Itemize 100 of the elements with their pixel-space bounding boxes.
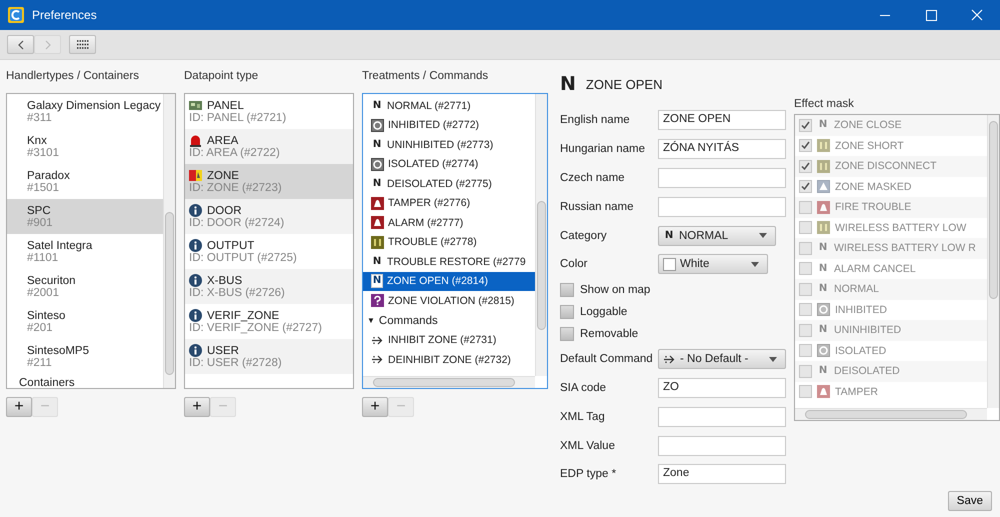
handler-id: #201 (27, 322, 54, 334)
dropdown[interactable]: White (658, 254, 768, 274)
handler-item[interactable]: Satel Integra #1101 (7, 234, 163, 269)
datapoint-item[interactable]: OUTPUT ID: OUTPUT (#2725) (185, 234, 353, 269)
letter-icon: N (817, 324, 829, 336)
datapoint-item[interactable]: AREA ID: AREA (#2722) (185, 129, 353, 164)
field-label: SIA code (560, 382, 608, 394)
command-item[interactable]: INHIBIT ZONE (#2731) (363, 330, 535, 350)
field-label: Hungarian name (560, 143, 646, 156)
treatment-item[interactable]: N TROUBLE RESTORE (#2779 (363, 252, 535, 272)
add-button[interactable]: + (362, 397, 388, 417)
datapoint-name: AREA (207, 134, 238, 146)
handler-name: SPC (27, 204, 52, 216)
handler-item[interactable]: SPC #901 (7, 199, 163, 234)
treatment-item[interactable]: ALARM (#2777) (363, 213, 535, 232)
window-title: Preferences (32, 8, 97, 22)
text-field[interactable]: Zone (658, 464, 786, 484)
dropdown[interactable]: - No Default - (658, 349, 786, 370)
letter-icon: N (817, 242, 829, 254)
text-field[interactable]: ZONE OPEN (658, 110, 786, 130)
letter-icon: N (371, 138, 383, 151)
handler-item[interactable]: Knx #3101 (7, 129, 163, 164)
treatment-item[interactable]: ISOLATED (#2774) (363, 154, 535, 174)
datapoint-item[interactable]: PANEL ID: PANEL (#2721) (185, 94, 353, 129)
treatment-item[interactable]: N UNINHIBITED (#2773) (363, 135, 535, 154)
trouble-icon (817, 139, 830, 152)
column-heading: Effect mask (794, 98, 855, 112)
handler-item[interactable]: Paradox #1501 (7, 164, 163, 199)
add-button[interactable]: + (184, 397, 210, 417)
handler-item[interactable]: Galaxy Dimension Legacy #311 (7, 94, 163, 129)
expand-toggle[interactable]: ▼ (367, 316, 375, 325)
bell-icon (817, 385, 830, 398)
text-field[interactable] (658, 406, 786, 427)
treatment-item[interactable]: INHIBITED (#2772) (363, 116, 535, 135)
handler-item[interactable]: Securiton #2001 (7, 269, 163, 304)
mask-item-label: ZONE DISCONNECT (835, 160, 937, 172)
text-field[interactable]: ZÓNA NYITÁS (658, 139, 786, 160)
letter-icon: N (371, 256, 383, 268)
scrollbar[interactable] (163, 94, 175, 388)
command-item[interactable]: DEINHIBIT ZONE (#2732) (363, 350, 535, 370)
datapoint-item[interactable]: DOOR ID: DOOR (#2724) (185, 199, 353, 234)
warning-icon (817, 180, 830, 194)
datapoint-item[interactable]: USER ID: USER (#2728) (185, 339, 353, 374)
treatment-item[interactable]: N NORMAL (#2771) (363, 96, 535, 116)
menu-button[interactable] (69, 35, 96, 54)
bell-icon (817, 200, 830, 214)
text-field[interactable]: ZO (658, 378, 786, 398)
datapoint-name: USER (207, 344, 239, 356)
scrollbar[interactable] (363, 376, 535, 388)
add-button[interactable]: + (6, 397, 32, 417)
mask-item-label: WIRELESS BATTERY LOW R (834, 242, 976, 254)
checkbox[interactable] (560, 304, 574, 319)
handler-item[interactable]: SintesoMP5 #211 (7, 339, 163, 374)
datapoint-name: DOOR (207, 204, 242, 216)
mask-item-label: UNINHIBITED (834, 324, 902, 336)
mask-item-label: DEISOLATED (834, 365, 900, 378)
bell-icon (371, 196, 384, 210)
text-field[interactable] (658, 168, 786, 188)
datapoint-id: ID: PANEL (#2721) (189, 112, 288, 124)
handler-id: #3101 (27, 146, 60, 158)
datapoint-name: VERIF_ZONE (207, 310, 280, 322)
datapoint-id: ID: OUTPUT (#2725) (189, 252, 298, 264)
field-label: Category (560, 230, 608, 242)
treatment-item[interactable]: N DEISOLATED (#2775) (363, 174, 535, 194)
dropdown[interactable]: N NORMAL (658, 226, 776, 246)
treatment-item[interactable]: TAMPER (#2776) (363, 194, 535, 213)
handler-id: #311 (27, 112, 53, 124)
group-label[interactable]: Containers (7, 374, 75, 388)
info-icon (189, 274, 202, 287)
datapoint-id: ID: DOOR (#2724) (189, 217, 286, 229)
text-field[interactable] (658, 436, 786, 456)
back-button[interactable] (7, 35, 34, 54)
save-button[interactable]: Save (948, 491, 992, 511)
letter-icon: N (371, 100, 383, 112)
treatment-item[interactable]: TROUBLE (#2778) (363, 232, 535, 252)
scrollbar[interactable] (535, 94, 547, 376)
handler-name: SintesoMP5 (27, 344, 90, 356)
mask-item-label: WIRELESS BATTERY LOW (835, 222, 966, 234)
handler-item[interactable]: Sinteso #201 (7, 304, 163, 339)
trouble-icon (817, 160, 830, 173)
datapoint-name: PANEL (207, 100, 244, 112)
checkbox[interactable] (560, 282, 574, 297)
field-label: EDP type * (560, 468, 618, 480)
field-label: Russian name (560, 200, 635, 213)
datapoint-name: OUTPUT (207, 240, 254, 252)
group-label[interactable]: Commands (378, 314, 438, 326)
handler-id: #2001 (27, 286, 60, 298)
checkbox-label: Removable (580, 328, 638, 340)
datapoint-item[interactable]: VERIF_ZONE ID: VERIF_ZONE (#2727) (185, 304, 353, 339)
datapoint-item[interactable]: ZONE ID: ZONE (#2723) (185, 164, 353, 199)
text-field[interactable] (658, 196, 786, 217)
datapoint-id: ID: USER (#2728) (189, 357, 283, 369)
treatment-item[interactable]: N ZONE OPEN (#2814) (363, 272, 535, 291)
letter-icon: N (817, 283, 829, 296)
treatment-item[interactable]: ZONE VIOLATION (#2815) (363, 291, 535, 310)
checkbox[interactable] (560, 326, 574, 341)
datapoint-item[interactable]: X-BUS ID: X-BUS (#2726) (185, 269, 353, 304)
caret-icon (759, 233, 767, 238)
handler-name: Sinteso (27, 310, 66, 322)
column-heading: Handlertypes / Containers (6, 70, 140, 84)
